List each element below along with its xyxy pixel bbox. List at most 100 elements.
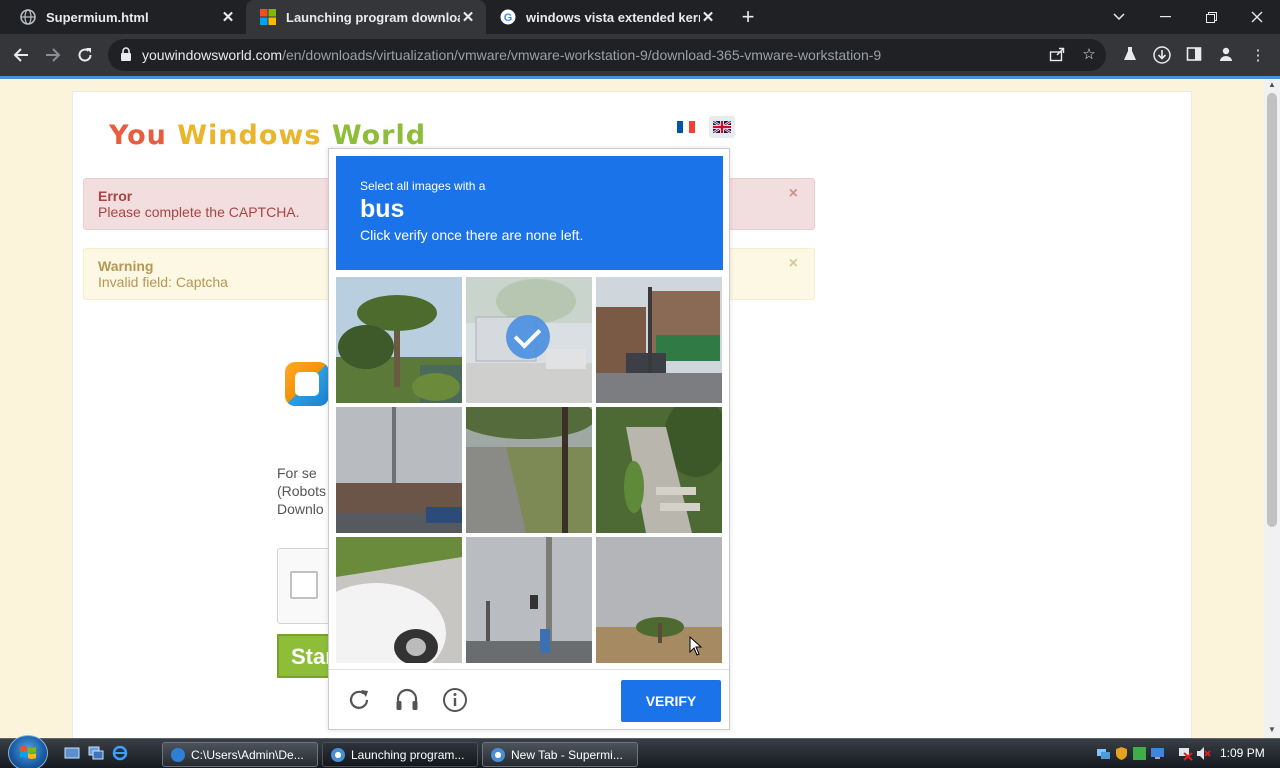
french-flag-icon[interactable] [673,116,699,138]
tab-title: Supermium.html [46,9,149,25]
challenge-target: bus [360,195,405,223]
address-bar[interactable]: youwindowsworld.com/en/downloads/virtual… [108,39,1106,71]
verify-button[interactable]: VERIFY [621,680,721,722]
street-corner-image [596,277,722,403]
captcha-tile-1[interactable] [336,277,462,403]
challenge-header: Select all images with a bus Click verif… [336,156,723,270]
mouse-cursor-icon [689,636,703,656]
extension-flask-icon[interactable] [1120,46,1140,66]
captcha-tile-4[interactable] [336,407,462,533]
close-tab-icon[interactable]: ✕ [700,8,716,26]
uk-flag-icon[interactable] [709,116,735,138]
reload-challenge-icon[interactable] [345,686,373,714]
scroll-up-arrow-icon[interactable]: ▲ [1264,79,1280,91]
url-text[interactable]: youwindowsworld.com/en/downloads/virtual… [142,47,881,63]
captcha-tile-7[interactable] [336,537,462,663]
taskbar-item-label: Launching program... [351,747,465,762]
traffic-lights-image [466,537,592,663]
info-icon[interactable] [441,686,469,714]
new-tab-button[interactable]: + [736,4,760,30]
show-desktop-icon[interactable] [64,745,80,761]
download-icon[interactable] [1152,46,1172,66]
close-tab-icon[interactable]: ✕ [220,8,236,26]
tab-title: Launching program download VM [286,9,460,25]
wall-palm-image [596,537,722,663]
recaptcha-checkbox[interactable] [290,571,318,599]
monitor-tray-icon[interactable] [1150,746,1165,761]
captcha-tile-2-selected[interactable] [466,277,592,403]
tab-title: windows vista extended kernel - [526,9,700,25]
close-warning-button[interactable]: × [789,255,798,273]
gray-sky-pole-image [336,407,462,533]
captcha-tile-6[interactable] [596,407,722,533]
taskbar-item-label: New Tab - Supermi... [511,747,623,762]
back-button[interactable] [8,42,34,68]
google-icon: G [500,9,516,25]
windows-taskbar: C:\Users\Admin\De... Launching program..… [0,735,1280,768]
supermium-icon [491,747,505,762]
scroll-down-arrow-icon[interactable]: ▼ [1264,724,1280,736]
logo-word-world: World [331,120,427,151]
road-bushes-image [466,407,592,533]
audio-challenge-icon[interactable] [393,686,421,714]
logo-word-windows: Windows [177,120,322,151]
sync-tray-icon[interactable] [1132,746,1147,761]
bookmark-star-icon[interactable]: ☆ [1080,46,1098,64]
close-window-button[interactable] [1234,0,1280,34]
restore-button[interactable] [1188,0,1234,34]
menu-kebab-icon[interactable]: ⋮ [1248,46,1268,66]
tab-bar: Supermium.html ✕ Launching program downl… [0,0,1280,34]
taskbar-item-new-tab[interactable]: New Tab - Supermi... [482,742,638,767]
switch-windows-icon[interactable] [88,745,104,761]
captcha-challenge: Select all images with a bus Click verif… [328,148,730,730]
profile-icon[interactable] [1216,46,1236,66]
volume-muted-icon[interactable] [1196,746,1211,761]
stairs-garden-image [596,407,722,533]
windows-logo-icon [260,9,276,25]
share-icon[interactable] [1048,46,1066,64]
supermium-icon [331,747,345,762]
captcha-tile-3[interactable] [596,277,722,403]
network-tray-icon[interactable] [1096,746,1111,761]
tab-search-chevron-icon[interactable] [1096,0,1142,34]
scrollbar-thumb[interactable] [1267,93,1277,527]
vmware-icon [285,362,329,406]
challenge-image-grid [336,277,723,663]
taskbar-item-explorer[interactable]: C:\Users\Admin\De... [162,742,318,767]
minimize-button[interactable] [1142,0,1188,34]
security-shield-icon[interactable] [1114,746,1129,761]
reload-button[interactable] [72,42,98,68]
tab-google-search[interactable]: G windows vista extended kernel - ✕ [486,0,726,34]
taskbar-item-launching-program[interactable]: Launching program... [322,742,478,767]
forward-button[interactable] [40,42,66,68]
page-scrollbar[interactable]: ▲ ▼ [1264,79,1280,738]
url-host: youwindowsworld.com [142,47,283,63]
logo-word-you: You [109,120,167,151]
browser-toolbar: youwindowsworld.com/en/downloads/virtual… [0,34,1280,76]
captcha-tile-5[interactable] [466,407,592,533]
network-disconnected-icon[interactable] [1178,746,1193,761]
site-logo[interactable]: You Windows World [109,120,426,151]
challenge-prompt: Select all images with a [360,179,486,193]
white-car-image [336,537,462,663]
internet-explorer-icon[interactable] [112,745,128,761]
start-button[interactable] [8,735,48,768]
captcha-tile-8[interactable] [466,537,592,663]
svg-text:G: G [504,12,513,24]
close-error-button[interactable]: × [789,185,798,203]
side-panel-icon[interactable] [1184,46,1204,66]
challenge-footer: VERIFY [329,669,729,729]
tab-supermium[interactable]: Supermium.html ✕ [6,0,246,34]
windows-flag-icon [20,746,36,759]
close-tab-icon[interactable]: ✕ [460,8,476,26]
taskbar-item-label: C:\Users\Admin\De... [191,747,304,762]
url-path: /en/downloads/virtualization/vmware/vmwa… [282,47,882,63]
captcha-tile-9[interactable] [596,537,722,663]
selected-check-icon [506,315,550,359]
tab-launching-program[interactable]: Launching program download VM ✕ [246,0,486,34]
palm-tree-image [336,277,462,403]
taskbar-clock[interactable]: 1:09 PM [1220,746,1265,760]
challenge-instruction: Click verify once there are none left. [360,227,584,243]
lock-icon[interactable] [120,47,134,63]
globe-icon [20,9,36,25]
